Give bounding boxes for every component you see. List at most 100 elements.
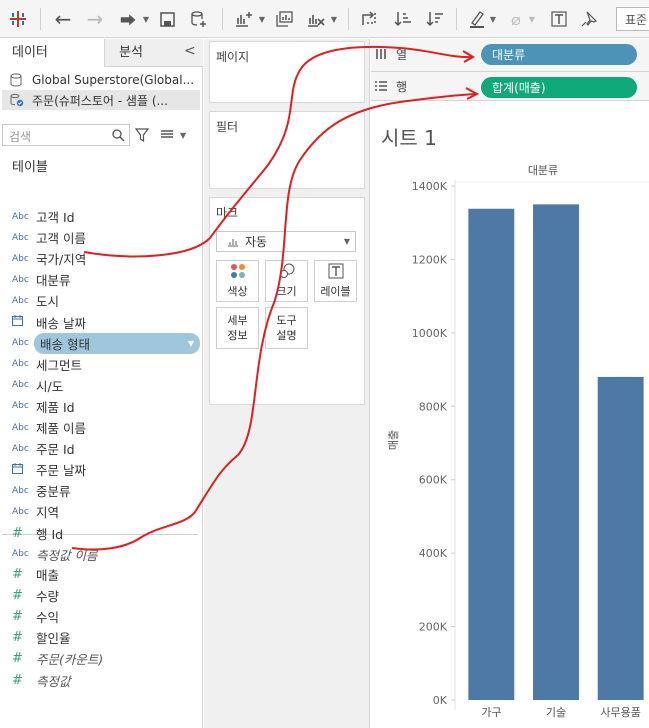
tables-section-title: 테이블	[12, 160, 48, 175]
field-item[interactable]: Abc 중분류	[12, 480, 71, 501]
field-item[interactable]: Abc 대분류	[12, 269, 71, 290]
redo-icon[interactable]: →	[82, 7, 108, 31]
field-label: 세그먼트	[36, 357, 83, 373]
marks-card: 마크 자동 ▼ 색상 크기 레이블 세부 정보 도구 설명	[209, 197, 365, 405]
column-header: 대분류	[528, 164, 558, 177]
replay-icon[interactable]: ⮕	[114, 7, 142, 31]
rows-shelf[interactable]: 행 합계(매출)	[371, 74, 649, 104]
swap-rows-columns-icon[interactable]	[358, 7, 380, 31]
columns-shelf[interactable]: 열 대분류	[371, 42, 649, 72]
field-item[interactable]: # 주문(카운트)	[12, 648, 103, 669]
datasource-global-superstore[interactable]: Global Superstore(Global...	[10, 70, 200, 90]
field-label: 대분류	[36, 273, 71, 289]
field-item[interactable]: # 할인율	[12, 627, 71, 648]
field-item[interactable]: # 측정값	[12, 670, 71, 691]
string-type-icon: Abc	[12, 338, 29, 349]
tab-data[interactable]: 데이터	[0, 39, 104, 67]
rows-shelf-label: 행	[375, 74, 479, 98]
mark-type-value: 자동	[245, 235, 268, 249]
field-item[interactable]: Abc 측정값 이름	[12, 544, 97, 565]
string-type-icon: Abc	[12, 549, 29, 560]
field-item[interactable]: Abc 지역	[12, 501, 59, 522]
view-options-icon[interactable]	[160, 130, 174, 140]
new-worksheet-icon[interactable]	[232, 7, 256, 31]
toolbar: ← → ⮕ ▼ ▼ ▼ ▼ ⌀ ▼ 표준	[0, 0, 649, 38]
replay-dropdown-icon[interactable]: ▼	[142, 7, 150, 31]
highlight-icon[interactable]	[466, 7, 488, 31]
clear-sheet-icon[interactable]	[304, 7, 328, 31]
field-item[interactable]: Abc 국가/지역	[12, 248, 86, 269]
label-label: 레이블	[320, 285, 351, 298]
color-button[interactable]: 색상	[216, 260, 259, 302]
worksheet-view: 시트 1 대분류 0K 200K 400K 600K 800K 1000K 1200K 1400…	[371, 102, 649, 728]
string-type-icon: Abc	[12, 253, 29, 264]
field-item[interactable]: Abc 주문 Id	[12, 438, 75, 459]
measure-type-icon: #	[12, 588, 23, 604]
collapse-pane-button[interactable]: <	[184, 43, 196, 59]
fix-axes-pin-icon[interactable]	[578, 7, 600, 31]
field-item[interactable]: Abc 배송 형태 ▼	[12, 332, 200, 354]
string-type-icon: Abc	[12, 359, 29, 370]
mark-type-select[interactable]: 자동 ▼	[216, 231, 356, 252]
group-members-icon[interactable]: ⌀	[505, 7, 527, 31]
label-button[interactable]: 레이블	[314, 260, 357, 302]
fit-mode-select[interactable]: 표준	[616, 7, 649, 31]
string-type-icon: Abc	[12, 232, 29, 243]
measure-type-icon: #	[12, 630, 23, 646]
search-input[interactable]: 검색	[2, 124, 130, 146]
pages-shelf[interactable]: 페이지	[209, 41, 365, 103]
field-label: 도시	[36, 294, 60, 310]
group-dropdown-icon[interactable]: ▼	[528, 7, 536, 31]
rows-pill-sum-sales[interactable]: 합계(매출)	[481, 77, 637, 98]
field-item[interactable]: Abc 고객 이름	[12, 227, 86, 248]
highlight-dropdown-icon[interactable]: ▼	[489, 7, 497, 31]
string-type-icon: Abc	[12, 422, 29, 433]
field-item[interactable]: Abc 제품 Id	[12, 396, 75, 417]
filter-fields-icon[interactable]	[135, 128, 149, 142]
size-button[interactable]: 크기	[265, 260, 308, 302]
sort-descending-icon[interactable]	[424, 7, 446, 31]
undo-icon[interactable]: ←	[50, 7, 76, 31]
field-label: 행 Id	[36, 526, 64, 542]
string-type-icon: Abc	[12, 211, 29, 222]
field-label: 주문(카운트)	[36, 652, 104, 668]
datasource-orders[interactable]: 주문(슈퍼스토어 - 샘플 (...	[2, 90, 200, 110]
tableau-logo-icon[interactable]	[6, 7, 30, 31]
sort-ascending-icon[interactable]	[392, 7, 414, 31]
save-icon[interactable]	[156, 7, 178, 31]
new-datasource-icon[interactable]	[188, 7, 210, 31]
field-item[interactable]: # 매출	[12, 564, 59, 585]
measure-type-icon: #	[12, 672, 23, 688]
field-label: 국가/지역	[36, 252, 87, 268]
tooltip-button[interactable]: 도구 설명	[265, 307, 308, 349]
field-item[interactable]: Abc 시/도	[12, 375, 63, 396]
field-item[interactable]: Abc 세그먼트	[12, 354, 82, 375]
field-item[interactable]: # 수량	[12, 585, 59, 606]
size-icon	[279, 263, 294, 278]
field-item[interactable]: 주문 날짜	[12, 459, 86, 480]
rows-pill-label: 합계(매출)	[492, 81, 546, 95]
field-dropdown-icon[interactable]: ▼	[188, 339, 194, 348]
columns-rows-shelves: 열 대분류 행 합계(매출)	[371, 39, 649, 101]
x-tick-label: 가구	[481, 706, 501, 719]
y-tick-label: 1200K	[412, 253, 448, 266]
field-item[interactable]: # 수익	[12, 606, 59, 627]
detail-button[interactable]: 세부 정보	[216, 307, 259, 349]
calendar-icon	[12, 315, 36, 329]
field-item[interactable]: 배송 날짜	[12, 312, 86, 333]
field-item[interactable]: Abc 고객 Id	[12, 206, 75, 227]
string-type-icon: Abc	[12, 380, 29, 391]
field-item[interactable]: # 행 Id	[12, 523, 63, 544]
filters-shelf[interactable]: 필터	[209, 111, 365, 189]
datasource-label: Global Superstore(Global...	[32, 73, 195, 87]
field-item[interactable]: Abc 도시	[12, 290, 59, 311]
show-labels-icon[interactable]	[548, 7, 570, 31]
columns-pill-category[interactable]: 대분류	[481, 44, 637, 65]
clear-sheet-dropdown-icon[interactable]: ▼	[330, 7, 338, 31]
new-worksheet-dropdown-icon[interactable]: ▼	[258, 7, 266, 31]
y-tick-label: 800K	[419, 400, 448, 413]
duplicate-sheet-icon[interactable]	[272, 7, 296, 31]
y-axis-title: 매출	[387, 430, 400, 450]
field-item[interactable]: Abc 제품 이름	[12, 417, 86, 438]
view-options-dropdown-icon[interactable]: ▼	[180, 131, 186, 140]
